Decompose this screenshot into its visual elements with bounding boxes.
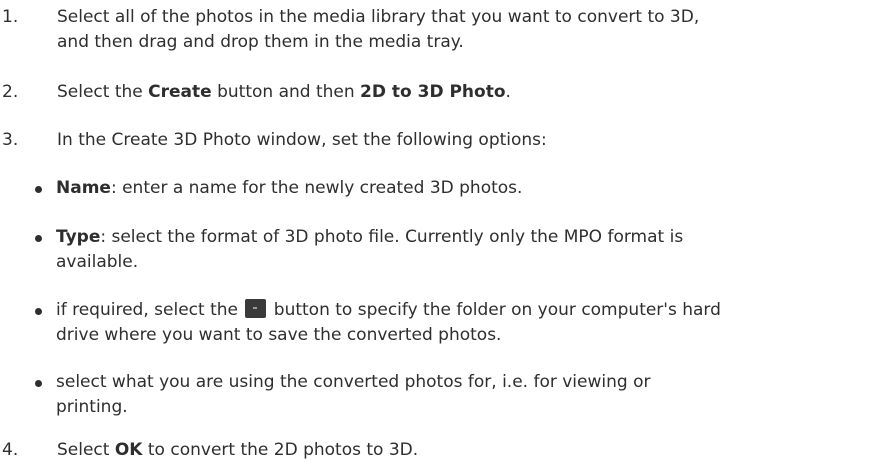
step-number: 2. bbox=[2, 82, 19, 102]
option-description: drive where you want to save the convert… bbox=[56, 325, 502, 345]
step-text-segment: Select the bbox=[57, 82, 149, 102]
step-number: 1. bbox=[2, 7, 19, 27]
option-description: printing. bbox=[56, 397, 128, 417]
create-button-label: Create bbox=[148, 82, 212, 102]
step-number: 3. bbox=[2, 130, 19, 150]
option-text: Type: select the format of 3D photo file… bbox=[56, 225, 872, 275]
step-text: Select all of the photos in the media li… bbox=[57, 5, 857, 55]
step-line: Select all of the photos in the media li… bbox=[57, 7, 700, 27]
option-description: : select the format of 3D photo file. Cu… bbox=[100, 227, 684, 247]
folder-browse-icon bbox=[245, 299, 267, 318]
step-text: Select OK to convert the 2D photos to 3D… bbox=[57, 438, 857, 463]
bullet-icon bbox=[35, 308, 42, 315]
option-description: select what you are using the converted … bbox=[56, 372, 651, 392]
option-text: if required, select the button to specif… bbox=[56, 298, 872, 348]
option-label: Type bbox=[56, 227, 101, 247]
step-number: 4. bbox=[2, 440, 19, 460]
bullet-icon bbox=[35, 235, 42, 242]
step-text: Select the Create button and then 2D to … bbox=[57, 80, 857, 105]
step-line: and then drag and drop them in the media… bbox=[57, 32, 464, 52]
option-description: if required, select the bbox=[56, 300, 244, 320]
step-text-segment: . bbox=[505, 82, 511, 102]
step-text-segment: Select bbox=[57, 440, 115, 460]
step-text-segment: to convert the 2D photos to 3D. bbox=[142, 440, 419, 460]
option-label: Name bbox=[56, 178, 111, 198]
ok-button-label: OK bbox=[114, 440, 143, 460]
step-text: In the Create 3D Photo window, set the f… bbox=[57, 130, 547, 150]
step-text-segment: button and then bbox=[211, 82, 361, 102]
option-description: : enter a name for the newly created 3D … bbox=[110, 178, 523, 198]
option-text: select what you are using the converted … bbox=[56, 370, 872, 420]
option-description: available. bbox=[56, 252, 139, 272]
bullet-icon bbox=[35, 186, 42, 193]
bullet-icon bbox=[35, 380, 42, 387]
2d-to-3d-photo-label: 2D to 3D Photo bbox=[360, 82, 506, 102]
option-text: Name: enter a name for the newly created… bbox=[56, 176, 872, 201]
option-description: button to specify the folder on your com… bbox=[268, 300, 721, 320]
